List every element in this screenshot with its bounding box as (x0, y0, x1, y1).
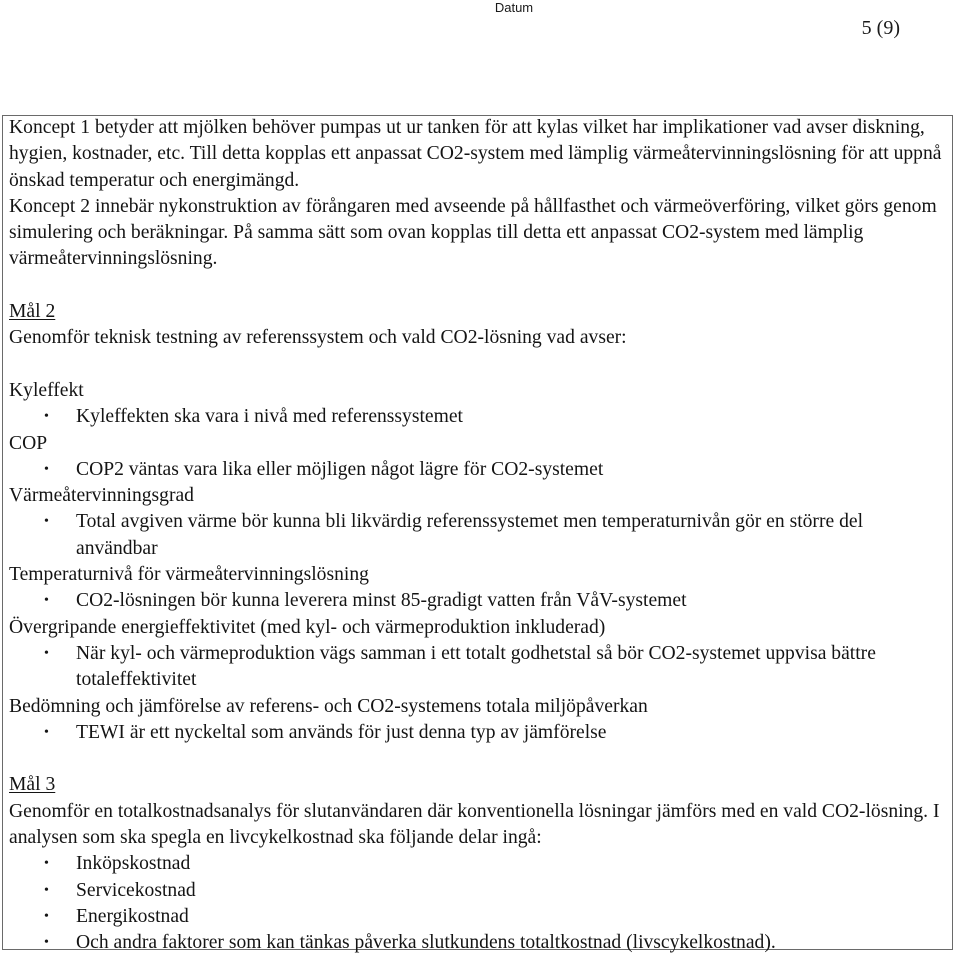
bullet-icon: • (44, 908, 49, 924)
list-item-text: Total avgiven värme bör kunna bli likvär… (76, 511, 864, 559)
list-item: • Inköpskostnad (9, 851, 954, 877)
goal-2-intro: Genomför teknisk testning av referenssys… (9, 327, 627, 349)
bullet-icon: • (44, 935, 49, 951)
criterion-bullets: • Total avgiven värme bör kunna bli likvä… (9, 509, 954, 562)
list-item-text: Energikostnad (76, 905, 189, 927)
list-item-text: CO2-lösningen bör kunna leverera minst 8… (76, 590, 687, 612)
concept-1-paragraph: Koncept 1 betyder att mjölken behöver pu… (9, 117, 942, 191)
list-item-text: COP2 väntas vara lika eller möjligen någ… (76, 458, 604, 480)
header-date-label: Datum (494, 0, 534, 15)
criterion-bullets: • TEWI är ett nyckeltal som används för j… (9, 720, 954, 746)
cost-components-list: • Inköpskostnad • Servicekostnad • Energiko… (9, 851, 954, 956)
bullet-icon: • (44, 514, 49, 530)
criterion-bullets: • COP2 väntas vara lika eller möjligen nå… (9, 457, 954, 483)
criterion-title: Bedömning och jämförelse av referens- oc… (9, 695, 648, 717)
bullet-icon: • (44, 724, 49, 740)
list-item: • CO2-lösningen bör kunna leverera minst … (9, 588, 954, 614)
criterion-bullets: • CO2-lösningen bör kunna leverera minst … (9, 588, 954, 614)
list-item-text: TEWI är ett nyckeltal som används för ju… (76, 721, 607, 743)
list-item-text: Och andra faktorer som kan tänkas påverk… (76, 932, 776, 954)
bullet-icon: • (44, 645, 49, 661)
page-number: 5 (9) (861, 17, 900, 39)
criterion-title: Kyleffekt (9, 379, 84, 401)
concept-2-paragraph: Koncept 2 innebär nykonstruktion av förå… (9, 195, 937, 270)
criterion-cooling-capacity: Kyleffekt • Kyleffekten ska vara i nivå m… (9, 378, 954, 431)
list-item: • Total avgiven värme bör kunna bli likvä… (9, 509, 954, 562)
criterion-temperature-level: Temperaturnivå för värmeåtervinningslösn… (9, 562, 954, 615)
criterion-environmental-impact: Bedömning och jämförelse av referens- oc… (9, 694, 954, 747)
goal-3-heading: Mål 3 (9, 774, 56, 796)
goal-2-heading: Mål 2 (9, 301, 56, 323)
goal-3-intro: Genomför en totalkostnadsanalys för slut… (9, 800, 940, 849)
list-item: • Kyleffekten ska vara i nivå med referen… (9, 404, 954, 430)
list-item: • När kyl- och värmeproduktion vägs samma… (9, 641, 954, 694)
bullet-icon: • (44, 882, 49, 898)
goal-3-section: Mål 3 Genomför en totalkostnadsanalys fö… (9, 772, 954, 956)
list-item-text: När kyl- och värmeproduktion vägs samman… (76, 642, 876, 691)
criterion-heat-recovery-rate: Värmeåtervinningsgrad • Total avgiven vär… (9, 483, 954, 562)
criterion-title: Övergripande energieffektivitet (med kyl… (9, 616, 606, 638)
list-item: • Och andra faktorer som kan tänkas påver… (9, 930, 954, 956)
list-item: • Energikostnad (9, 904, 954, 930)
criterion-cop: COP • COP2 väntas vara lika eller möjlige… (9, 431, 954, 484)
document-body: Koncept 1 betyder att mjölken behöver pu… (9, 115, 954, 957)
bullet-icon: • (44, 409, 49, 425)
bullet-icon: • (44, 593, 49, 609)
list-item-text: Kyleffekten ska vara i nivå med referens… (76, 406, 464, 428)
list-item: • COP2 väntas vara lika eller möjligen nå… (9, 457, 954, 483)
criterion-title: COP (9, 432, 48, 454)
criterion-title: Temperaturnivå för värmeåtervinningslösn… (9, 564, 369, 586)
list-item: • TEWI är ett nyckeltal som används för j… (9, 720, 954, 746)
list-item-text: Inköpskostnad (76, 853, 191, 875)
goal-2-section: Mål 2 Genomför teknisk testning av refer… (9, 299, 954, 746)
criterion-overall-efficiency: Övergripande energieffektivitet (med kyl… (9, 615, 954, 694)
bullet-icon: • (44, 461, 49, 477)
list-item: • Servicekostnad (9, 878, 954, 904)
criterion-title: Värmeåtervinningsgrad (9, 485, 194, 507)
list-item-text: Servicekostnad (76, 879, 196, 901)
criterion-bullets: • Kyleffekten ska vara i nivå med referen… (9, 404, 954, 430)
criterion-bullets: • När kyl- och värmeproduktion vägs samma… (9, 641, 954, 694)
bullet-icon: • (44, 856, 49, 872)
